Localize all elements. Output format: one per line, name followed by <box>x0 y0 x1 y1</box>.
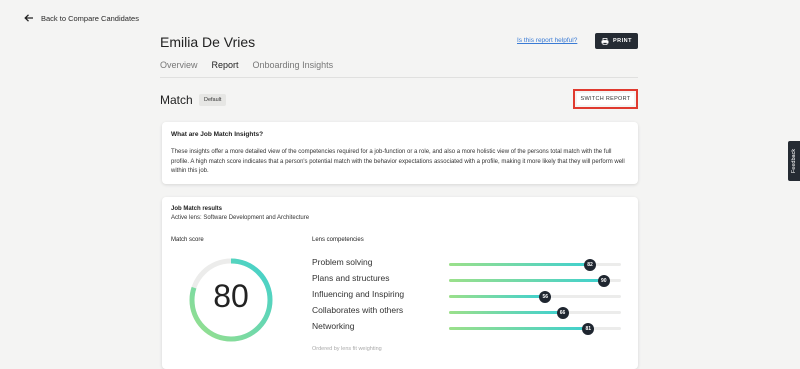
competency-value: 66 <box>556 306 569 319</box>
competency-name: Collaborates with others <box>312 305 404 315</box>
competency-fill <box>449 295 546 298</box>
feedback-label: Feedback <box>791 148 797 174</box>
tab-report[interactable]: Report <box>211 60 239 78</box>
competency-track: 81 <box>449 322 621 335</box>
competency-row: Networking 81 <box>312 321 622 335</box>
print-label: PRINT <box>613 38 632 44</box>
competency-row: Collaborates with others 66 <box>312 305 622 319</box>
competency-fill <box>449 263 591 266</box>
competency-track: 82 <box>449 258 621 271</box>
back-link-label: Back to Compare Candidates <box>41 13 139 23</box>
competency-value: 90 <box>597 274 610 287</box>
competency-track: 66 <box>449 306 621 319</box>
competency-name: Problem solving <box>312 257 373 267</box>
match-score-label: Match score <box>171 237 204 243</box>
competency-row: Plans and structures 90 <box>312 273 622 287</box>
tab-overview[interactable]: Overview <box>160 60 198 78</box>
competency-value: 56 <box>539 290 552 303</box>
active-lens: Active lens: Software Development and Ar… <box>171 215 310 221</box>
switch-report-button[interactable]: SWITCH REPORT <box>576 93 635 105</box>
job-match-card: Job Match results Active lens: Software … <box>162 197 638 369</box>
insights-title: What are Job Match Insights? <box>171 131 264 138</box>
lens-competencies-label: Lens competencies <box>312 237 364 243</box>
competency-row: Influencing and Inspiring 56 <box>312 289 622 303</box>
job-match-title: Job Match results <box>171 206 223 212</box>
candidate-name: Emilia De Vries <box>160 34 256 50</box>
match-title: Match <box>160 93 193 107</box>
competency-name: Influencing and Inspiring <box>312 289 405 299</box>
competency-track: 90 <box>449 274 621 287</box>
competency-value: 82 <box>584 258 597 271</box>
insights-card: What are Job Match Insights? These insig… <box>162 122 638 184</box>
tabs-divider <box>160 77 638 78</box>
competency-row: Problem solving 82 <box>312 257 622 271</box>
competency-fill <box>449 311 563 314</box>
default-badge: Default <box>199 94 227 106</box>
ordered-note: Ordered by lens fit weighting <box>312 346 382 352</box>
match-score-value: 80 <box>213 278 249 314</box>
competency-value: 81 <box>582 322 595 335</box>
arrow-left-icon <box>24 14 33 22</box>
report-tabs: Overview Report Onboarding Insights <box>160 60 333 78</box>
feedback-tab[interactable]: Feedback <box>788 141 800 181</box>
competency-name: Networking <box>312 321 355 331</box>
print-button[interactable]: PRINT <box>595 33 638 49</box>
back-link[interactable]: Back to Compare Candidates <box>24 13 139 23</box>
insights-body: These insights offer a more detailed vie… <box>171 149 625 174</box>
competency-fill <box>449 279 604 282</box>
switch-report-highlight: SWITCH REPORT <box>573 89 638 109</box>
printer-icon <box>601 37 609 45</box>
competency-name: Plans and structures <box>312 273 390 283</box>
tab-onboarding-insights[interactable]: Onboarding Insights <box>253 60 334 78</box>
competency-track: 56 <box>449 290 621 303</box>
competency-fill <box>449 327 589 330</box>
report-helpful-link[interactable]: Is this report helpful? <box>517 37 577 44</box>
